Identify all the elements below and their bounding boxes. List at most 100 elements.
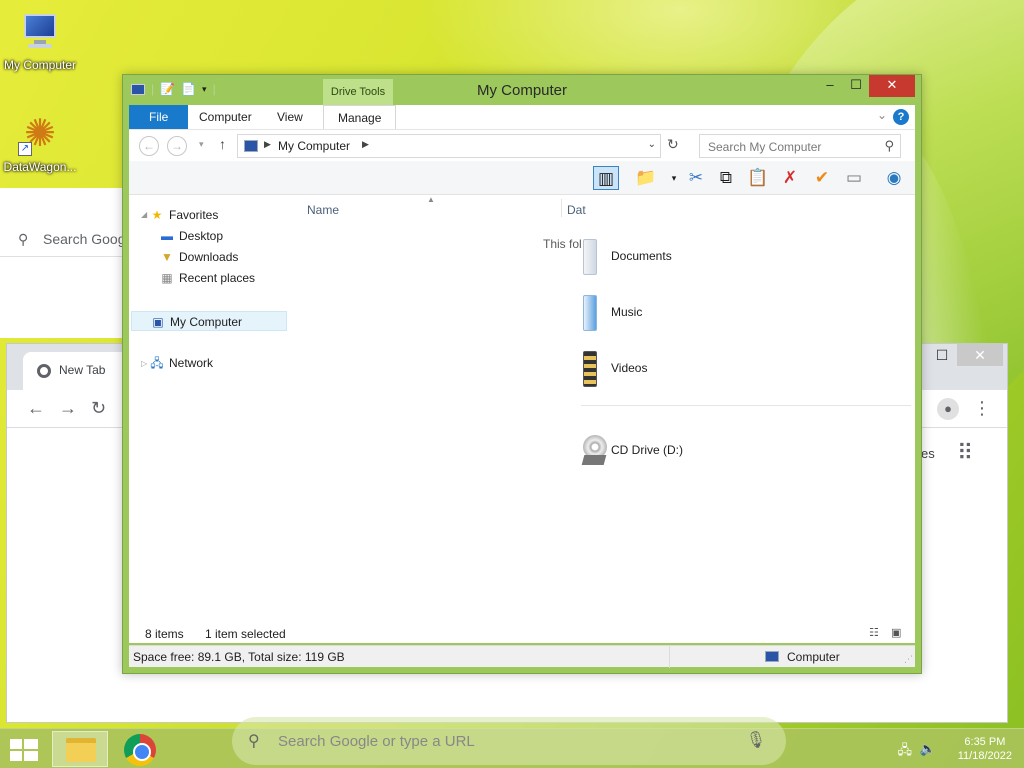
profile-avatar-icon[interactable]: ●: [937, 398, 959, 420]
reload-icon[interactable]: ↻: [91, 398, 106, 419]
network-globe-icon[interactable]: ◉: [881, 166, 907, 190]
address-bar[interactable]: ▶ My Computer ▶ ⌄: [237, 134, 661, 158]
list-item[interactable]: CD Drive (D:): [581, 431, 883, 471]
properties-icon[interactable]: ▭: [841, 166, 867, 190]
help-icon[interactable]: ?: [893, 109, 909, 125]
column-divider[interactable]: [561, 199, 562, 217]
chrome-search-field[interactable]: Search Goog: [43, 231, 126, 247]
search-placeholder: Search Google or type a URL: [278, 733, 475, 750]
chrome-new-tab-page-fragment: ⚲ Search Goog: [0, 188, 140, 338]
chrome-icon: [124, 734, 156, 766]
tab-computer[interactable]: Computer: [185, 105, 266, 129]
column-header-date[interactable]: Dat: [567, 203, 586, 217]
back-arrow-icon[interactable]: ←: [27, 398, 45, 419]
nav-favorites[interactable]: ★ Favorites: [149, 205, 219, 225]
up-arrow-icon[interactable]: ↑: [219, 136, 226, 152]
resize-grip-icon[interactable]: ⋰: [904, 654, 913, 665]
star-icon: ★: [151, 208, 163, 222]
computer-icon: [244, 140, 258, 152]
search-icon: ⚲: [884, 138, 894, 153]
clock-date: 11/18/2022: [957, 750, 1012, 762]
close-button[interactable]: ✕: [957, 344, 1003, 366]
nav-downloads[interactable]: ▼ Downloads: [159, 247, 238, 267]
list-item[interactable]: Music: [583, 293, 883, 333]
file-list: ▲ Name Dat This fol Documents Music Vide…: [295, 195, 915, 643]
downloads-folder-icon: ▼: [161, 250, 173, 264]
cut-icon[interactable]: ✂: [683, 166, 709, 190]
ribbon-tabs: File Computer View Manage ⌄ ?: [129, 105, 915, 129]
chrome-apps-partial-label: es: [921, 446, 935, 461]
item-count: 8 items: [145, 627, 184, 641]
refresh-icon[interactable]: ↻: [667, 136, 679, 153]
command-toolbar: ▥ 📁 ▾ ✂ ⧉ 📋 ✗ ✔ ▭ ◉: [129, 161, 915, 195]
videos-library-icon: [583, 351, 597, 387]
folder-options-icon[interactable]: 📁: [633, 166, 659, 190]
tab-view[interactable]: View: [263, 105, 317, 129]
computer-icon: [765, 651, 779, 662]
documents-library-icon: [583, 239, 597, 275]
network-tray-icon[interactable]: 🖧: [898, 741, 913, 763]
desktop-icon-datawagon[interactable]: ✺ ↗ DataWagon...: [0, 112, 80, 174]
paste-icon[interactable]: 📋: [745, 166, 771, 190]
nav-label: Network: [169, 356, 214, 370]
forward-arrow-icon[interactable]: →: [59, 398, 77, 419]
folder-icon: [66, 738, 96, 762]
search-icon: ⚲: [248, 733, 260, 750]
start-button[interactable]: [10, 739, 38, 761]
location-zone: Computer: [787, 650, 840, 664]
list-item[interactable]: Documents: [583, 237, 883, 277]
breadcrumb-chevron-icon[interactable]: ▶: [362, 139, 369, 150]
tab-manage[interactable]: Manage: [323, 105, 397, 129]
computer-icon: ▣: [152, 315, 164, 329]
nav-label: Downloads: [179, 250, 239, 264]
nav-my-computer[interactable]: ▣ My Computer: [131, 311, 287, 331]
large-icons-view-icon[interactable]: ▣: [891, 626, 905, 639]
close-button[interactable]: ✕: [869, 75, 915, 97]
item-name: CD Drive (D:): [611, 443, 683, 457]
list-item[interactable]: Videos: [583, 349, 883, 389]
nav-desktop[interactable]: ▬ Desktop: [159, 226, 223, 246]
address-row: ← → ▾ ↑ ▶ My Computer ▶ ⌄ ↻ Search My Co…: [129, 129, 915, 161]
recent-locations-chevron-icon[interactable]: ▾: [199, 139, 204, 150]
nav-recent-places[interactable]: ▦ Recent places: [159, 268, 255, 288]
expand-arrow-icon[interactable]: ▷: [141, 359, 147, 368]
title-bar[interactable]: | 📝 📄 ▾ | Drive Tools My Computer – ☐ ✕: [123, 75, 921, 105]
collapse-arrow-icon[interactable]: ◢: [141, 210, 147, 219]
desktop-icon: ▬: [161, 229, 173, 243]
taskbar: ⚲ Search Google or type a URL 🎙 🖧 🔈 6:35…: [0, 717, 1024, 768]
nav-label: My Computer: [170, 315, 243, 329]
breadcrumb[interactable]: My Computer: [278, 139, 350, 153]
search-input[interactable]: Search My Computer ⚲: [699, 134, 901, 158]
column-header-name[interactable]: Name: [307, 203, 339, 217]
menu-kebab-icon[interactable]: ⋮: [973, 398, 991, 419]
navigation-pane-icon[interactable]: ▥: [593, 166, 619, 190]
taskbar-chrome[interactable]: [112, 731, 168, 767]
navigation-pane: ◢ ★ Favorites ▬ Desktop ▼ Downloads ▦ Recent…: [129, 195, 289, 643]
microphone-icon[interactable]: 🎙: [746, 730, 766, 750]
network-icon: 🖧: [150, 356, 164, 370]
nav-label: Recent places: [179, 271, 256, 285]
search-input[interactable]: ⚲ Search Google or type a URL 🎙: [232, 717, 786, 765]
copy-icon[interactable]: ⧉: [713, 166, 739, 190]
rename-check-icon[interactable]: ✔: [809, 166, 835, 190]
clock[interactable]: 6:35 PM 11/18/2022: [958, 735, 1012, 763]
tab-file[interactable]: File: [129, 105, 189, 129]
expand-ribbon-chevron-icon[interactable]: ⌄: [877, 108, 887, 122]
forward-button[interactable]: →: [167, 136, 187, 156]
volume-icon[interactable]: 🔈: [920, 741, 936, 757]
details-view-icon[interactable]: ☷: [869, 626, 883, 639]
nav-network[interactable]: 🖧 Network: [149, 353, 213, 373]
main-area: ◢ ★ Favorites ▬ Desktop ▼ Downloads ▦ Recent…: [129, 195, 915, 643]
delete-icon[interactable]: ✗: [777, 166, 803, 190]
music-library-icon: [583, 295, 597, 331]
address-dropdown-chevron-icon[interactable]: ⌄: [648, 139, 656, 150]
taskbar-file-explorer[interactable]: [52, 731, 108, 767]
apps-grid-icon[interactable]: ⠿: [957, 440, 973, 466]
selection-count: 1 item selected: [205, 627, 286, 641]
back-button[interactable]: ←: [139, 136, 159, 156]
desktop-icon-my-computer[interactable]: My Computer: [0, 10, 80, 72]
clock-time: 6:35 PM: [964, 736, 1006, 748]
breadcrumb-chevron-icon[interactable]: ▶: [264, 139, 271, 150]
computer-icon: [18, 10, 62, 54]
maximize-button[interactable]: ☐: [841, 75, 871, 97]
